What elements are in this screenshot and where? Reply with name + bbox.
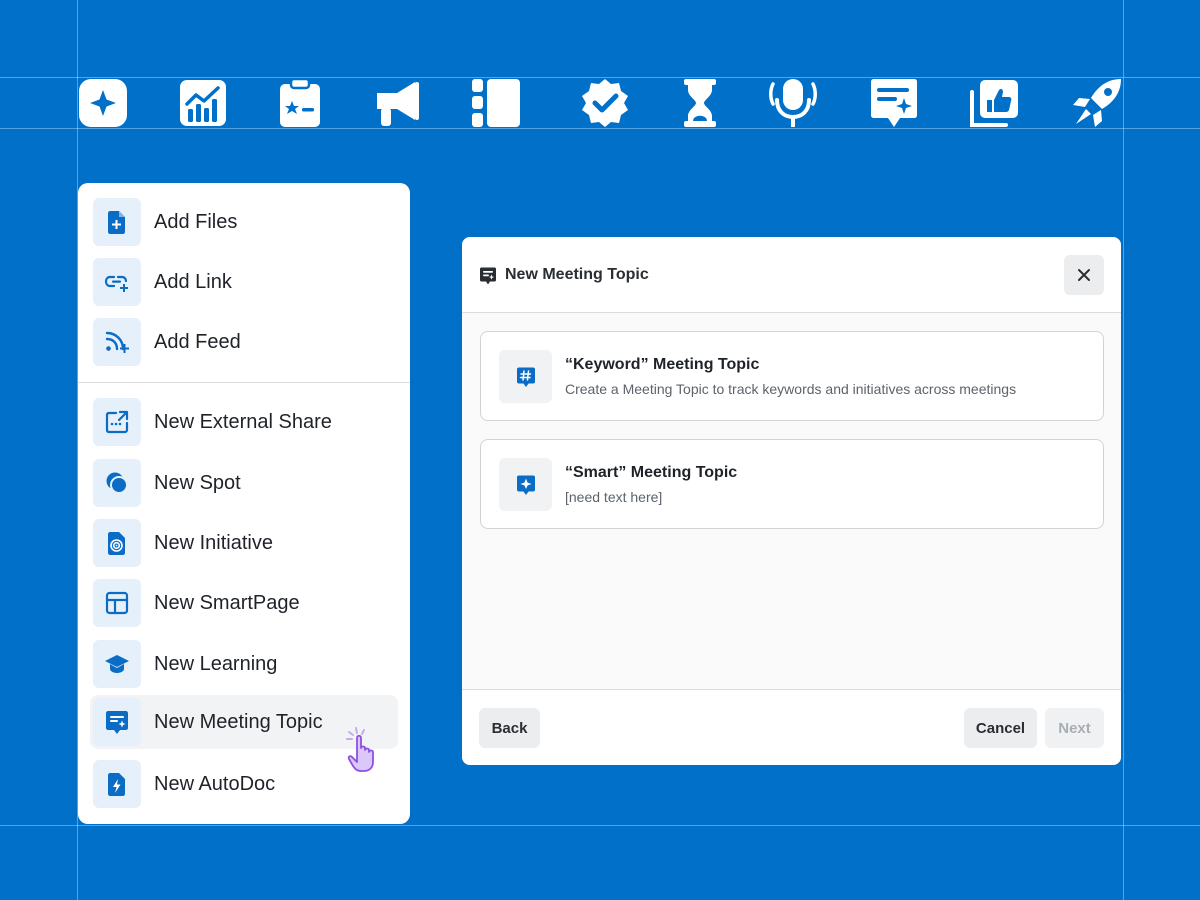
feed-add-icon [93,318,141,366]
learning-icon [93,640,141,688]
guide-line [0,825,1200,826]
menu-item-label: Add Link [154,270,232,293]
pointer-cursor-icon [342,724,382,774]
megaphone-icon [373,78,423,128]
clipboard-icon [275,78,325,128]
cancel-button[interactable]: Cancel [964,708,1037,748]
hashtag-icon [499,350,552,403]
menu-item-label: New External Share [154,410,332,433]
menu-item-label: New AutoDoc [154,772,276,795]
next-button[interactable]: Next [1045,708,1104,748]
verified-badge-icon [580,78,630,128]
menu-item-label: Add Feed [154,330,241,353]
option-title: “Keyword” Meeting Topic [565,356,760,373]
smartpage-icon [93,579,141,627]
dialog-title: New Meeting Topic [505,266,649,283]
option-description: Create a Meeting Topic to track keywords… [565,381,1017,397]
option-description: [need text here] [565,489,663,505]
menu-divider [78,382,410,383]
new-meeting-topic-dialog: New Meeting Topic “Keyword” Meeting Topi… [462,237,1121,765]
menu-item-add-feed[interactable]: Add Feed [90,315,398,369]
smart-sparkle-icon [499,458,552,511]
option-smart-meeting-topic[interactable]: “Smart” Meeting Topic [need text here] [480,439,1104,529]
meeting-topic-icon [869,78,919,128]
autodoc-icon [93,760,141,808]
guide-line [0,128,1200,129]
hourglass-icon [675,78,725,128]
menu-item-label: New Meeting Topic [154,710,323,733]
menu-item-label: New Initiative [154,531,273,554]
sparkle-icon [78,78,128,128]
menu-item-new-spot[interactable]: New Spot [90,456,398,510]
file-add-icon [93,198,141,246]
meeting-topic-icon [478,266,498,286]
back-button[interactable]: Back [479,708,540,748]
meeting-topic-icon [93,698,141,746]
option-keyword-meeting-topic[interactable]: “Keyword” Meeting Topic Create a Meeting… [480,331,1104,421]
option-title: “Smart” Meeting Topic [565,464,738,481]
menu-item-label: New Spot [154,471,241,494]
menu-item-add-files[interactable]: Add Files [90,195,398,249]
spot-icon [93,459,141,507]
menu-item-label: New Learning [154,652,278,675]
close-button[interactable] [1064,255,1104,295]
icon-strip [78,78,1124,128]
sidebar-layout-icon [471,78,521,128]
guide-line [1123,0,1124,900]
external-share-icon [93,398,141,446]
link-add-icon [93,258,141,306]
initiative-icon [93,519,141,567]
menu-item-new-learning[interactable]: New Learning [90,637,398,691]
menu-item-new-initiative[interactable]: New Initiative [90,516,398,570]
microphone-icon [768,78,818,128]
menu-item-new-external-share[interactable]: New External Share [90,395,398,449]
menu-item-add-link[interactable]: Add Link [90,255,398,309]
chart-icon [178,78,228,128]
thumbs-up-icon [970,78,1020,128]
dialog-footer: Back Cancel Next [462,689,1121,765]
rocket-icon [1072,78,1122,128]
menu-item-label: Add Files [154,210,238,233]
menu-item-new-smartpage[interactable]: New SmartPage [90,576,398,630]
close-icon [1078,269,1090,281]
menu-item-label: New SmartPage [154,591,300,614]
dialog-header: New Meeting Topic [462,237,1121,313]
